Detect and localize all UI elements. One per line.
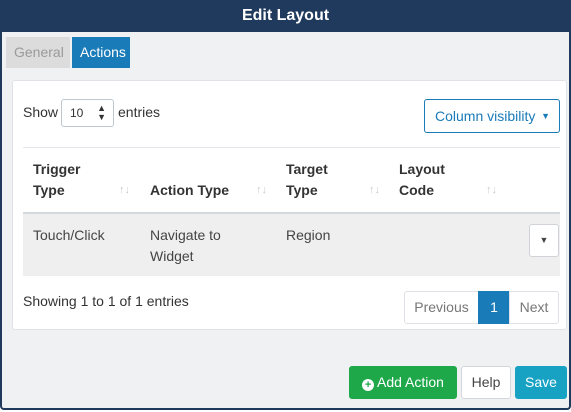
header-line: Code <box>399 182 434 198</box>
header-line: Layout <box>399 161 445 177</box>
table-info: Showing 1 to 1 of 1 entries <box>23 293 189 309</box>
header-line: Action Type <box>150 182 230 198</box>
plus-circle-icon: + <box>362 379 375 391</box>
cell-line: Widget <box>150 248 194 264</box>
cell-line: Navigate to <box>150 227 221 243</box>
show-label: Show <box>23 104 59 120</box>
tab-general[interactable]: General <box>6 37 70 68</box>
tab-actions[interactable]: Actions <box>72 37 130 68</box>
column-header-target-type[interactable]: Target Type <box>286 159 328 201</box>
column-header-action-type[interactable]: Action Type <box>150 180 229 201</box>
entries-per-page-select[interactable]: 10 ▲ ▼ <box>61 99 114 127</box>
previous-page-button[interactable]: Previous <box>404 291 479 324</box>
entries-label: entries <box>118 104 161 120</box>
cell-action-type: Navigate to Widget <box>150 225 221 267</box>
header-line: Type <box>33 182 65 198</box>
entries-value: 10 <box>70 106 84 120</box>
column-visibility-button[interactable]: Column visibility ▼ <box>424 99 560 133</box>
column-header-layout-code[interactable]: Layout Code <box>399 159 445 201</box>
caret-down-icon: ▼ <box>541 111 550 121</box>
header-line: Type <box>286 182 318 198</box>
save-button[interactable]: Save <box>515 366 567 399</box>
add-action-button[interactable]: + Add Action <box>349 366 457 399</box>
select-arrows-icon: ▲ ▼ <box>97 103 106 122</box>
column-header-trigger-type[interactable]: Trigger Type <box>33 159 80 201</box>
header-line: Trigger <box>33 161 81 177</box>
caret-down-icon: ▼ <box>539 235 549 245</box>
header-line: Target <box>286 161 328 177</box>
table-row[interactable]: Touch/Click Navigate to Widget Region ▼ <box>23 214 560 276</box>
sort-icon[interactable]: ↑↓ <box>119 184 130 196</box>
sort-icon[interactable]: ↑↓ <box>369 184 380 196</box>
add-action-label: Add Action <box>377 374 444 390</box>
actions-panel: Show 10 ▲ ▼ entries Column visibility ▼ T… <box>12 80 567 330</box>
sort-icon[interactable]: ↑↓ <box>486 184 497 196</box>
cell-target-type: Region <box>286 227 331 243</box>
next-page-button[interactable]: Next <box>509 291 559 324</box>
help-button[interactable]: Help <box>461 366 511 399</box>
page-1-button[interactable]: 1 <box>478 291 510 324</box>
dialog-title: Edit Layout <box>2 0 569 32</box>
cell-trigger-type: Touch/Click <box>33 227 105 243</box>
edit-layout-dialog: Edit Layout General Actions Show 10 ▲ ▼ e… <box>0 0 571 410</box>
column-visibility-label: Column visibility <box>435 108 536 124</box>
row-actions-dropdown[interactable]: ▼ <box>529 224 559 257</box>
sort-icon[interactable]: ↑↓ <box>256 184 267 196</box>
table-header: Trigger Type ↑↓ Action Type ↑↓ Target Ty… <box>23 148 560 214</box>
